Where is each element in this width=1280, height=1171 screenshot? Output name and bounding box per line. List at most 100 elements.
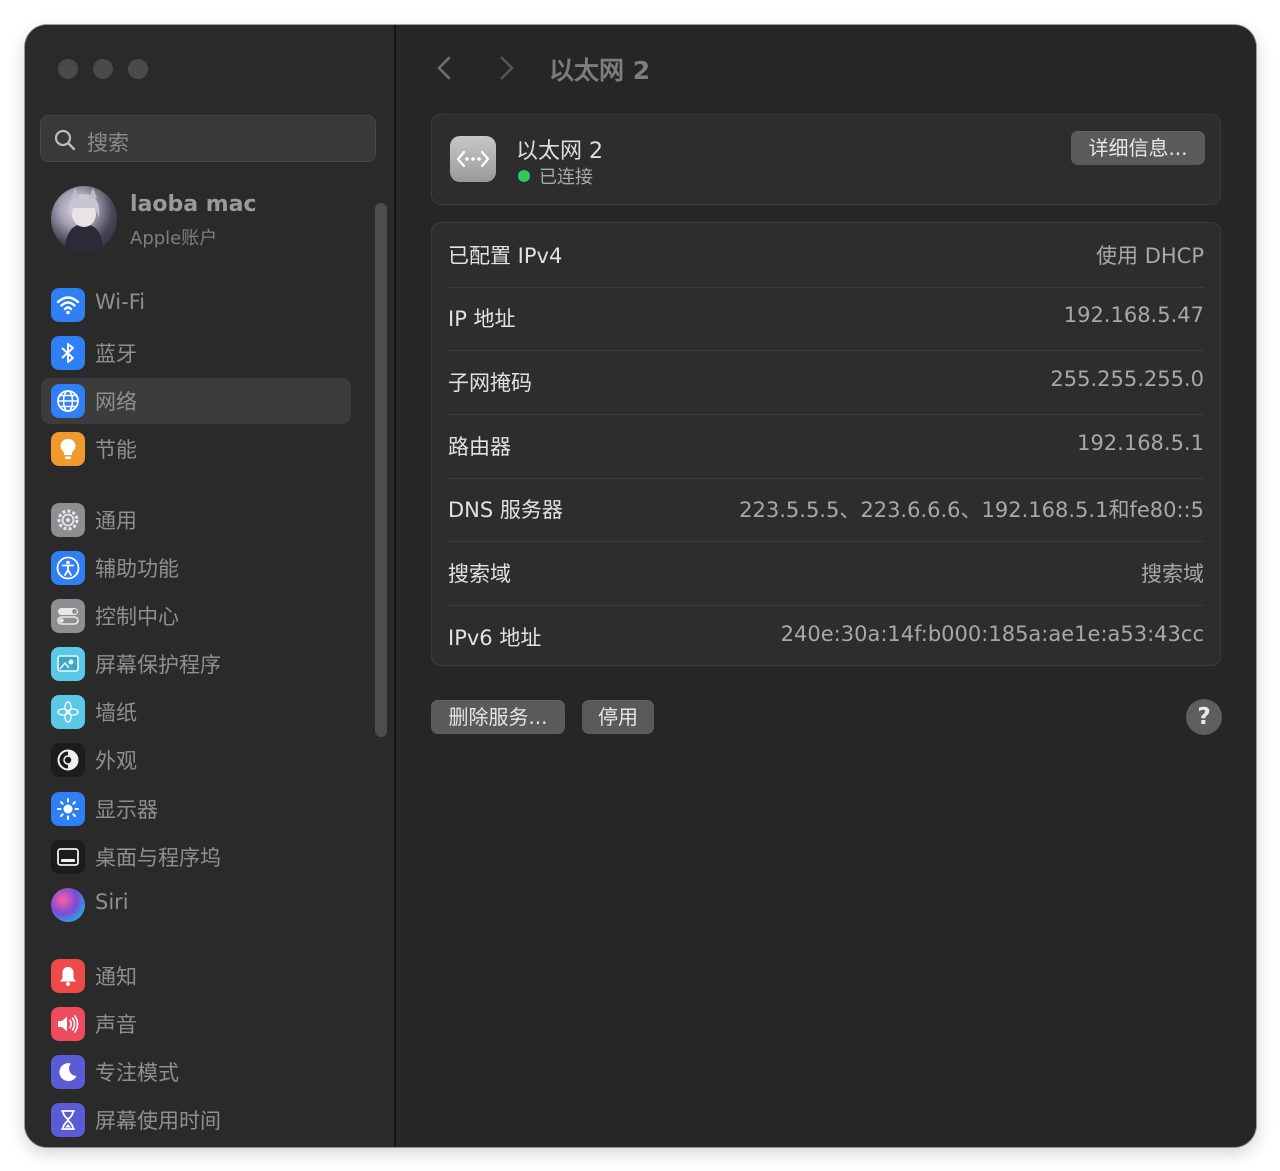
sidebar-item-network[interactable]: 网络: [41, 378, 351, 424]
sidebar-item-label: 节能: [95, 438, 137, 462]
detail-row-ipv6: IPv6 地址 240e:30a:14f:b000:185a:ae1e:a53:…: [448, 605, 1204, 669]
detail-value: 240e:30a:14f:b000:185a:ae1e:a53:43cc: [780, 622, 1204, 646]
chevron-right-icon: [500, 56, 514, 80]
sidebar-item-sound[interactable]: 声音: [41, 1001, 351, 1047]
sidebar-item-label: Siri: [95, 890, 129, 914]
display-icon: [51, 792, 85, 826]
globe-icon: [51, 384, 85, 418]
siri-icon: [51, 888, 85, 922]
dock-icon: [51, 840, 85, 874]
detail-row-router: 路由器 192.168.5.1: [448, 414, 1204, 479]
sidebar-item-control-center[interactable]: 控制中心: [41, 593, 351, 639]
screensaver-icon: [51, 647, 85, 681]
detail-row-dns: DNS 服务器 223.5.5.5、223.6.6.6、192.168.5.1和…: [448, 477, 1204, 542]
minimize-window-button[interactable]: [93, 59, 113, 79]
sidebar-item-screen-time[interactable]: 屏幕使用时间: [41, 1097, 351, 1143]
sidebar-item-siri[interactable]: Siri: [41, 882, 351, 928]
sidebar-item-label: 屏幕保护程序: [95, 653, 221, 677]
detail-value: 使用 DHCP: [1096, 244, 1204, 268]
sidebar-item-notifications[interactable]: 通知: [41, 953, 351, 999]
detail-value: 192.168.5.47: [1063, 303, 1204, 327]
detail-row-ip-address: IP 地址 192.168.5.47: [448, 286, 1204, 351]
search-placeholder: 搜索: [87, 131, 129, 155]
wifi-icon: [51, 288, 85, 322]
sidebar-item-desktop-dock[interactable]: 桌面与程序坞: [41, 834, 351, 880]
sidebar-item-label: 通知: [95, 965, 137, 989]
sidebar-item-wifi[interactable]: Wi-Fi: [41, 282, 351, 328]
details-button[interactable]: 详细信息...: [1071, 131, 1205, 165]
detail-value: 223.5.5.5、223.6.6.6、192.168.5.1和fe80::5: [739, 498, 1204, 522]
detail-key: IP 地址: [448, 307, 516, 331]
sidebar-item-label: 墙纸: [95, 701, 137, 725]
sidebar-item-bluetooth[interactable]: 蓝牙: [41, 330, 351, 376]
sidebar-item-label: 外观: [95, 749, 137, 773]
sidebar-item-label: 网络: [95, 390, 137, 414]
detail-row-subnet-mask: 子网掩码 255.255.255.0: [448, 350, 1204, 415]
apple-account[interactable]: laoba mac Apple账户: [51, 186, 371, 252]
sidebar-item-accessibility[interactable]: 辅助功能: [41, 545, 351, 591]
sidebar-item-label: 声音: [95, 1013, 137, 1037]
sidebar-item-energy[interactable]: 节能: [41, 426, 351, 472]
forward-button[interactable]: [493, 55, 519, 81]
status-indicator: [518, 170, 530, 182]
account-subtitle: Apple账户: [130, 228, 218, 249]
speaker-icon: [51, 1007, 85, 1041]
close-window-button[interactable]: [58, 59, 78, 79]
sidebar-item-label: 辅助功能: [95, 557, 179, 581]
service-status: 已连接: [539, 167, 593, 188]
control-center-icon: [51, 599, 85, 633]
zoom-window-button[interactable]: [128, 59, 148, 79]
sidebar-item-label: 专注模式: [95, 1061, 179, 1085]
gear-icon: [51, 503, 85, 537]
account-name: laoba mac: [130, 192, 257, 217]
main-pane: 以太网 2 以太网 2 已连接 详细信息... 已配置 IPv4 使用 DHCP…: [396, 25, 1256, 1147]
sidebar-item-focus[interactable]: 专注模式: [41, 1049, 351, 1095]
service-card: 以太网 2 已连接 详细信息...: [431, 114, 1221, 205]
sidebar-item-screensaver[interactable]: 屏幕保护程序: [41, 641, 351, 687]
bell-icon: [51, 959, 85, 993]
detail-value: 255.255.255.0: [1050, 367, 1204, 391]
disable-button[interactable]: 停用: [582, 700, 654, 734]
detail-row-ipv4: 已配置 IPv4 使用 DHCP: [448, 223, 1204, 288]
appearance-icon: [51, 743, 85, 777]
avatar: [51, 186, 117, 252]
details-card: 已配置 IPv4 使用 DHCP IP 地址 192.168.5.47 子网掩码…: [431, 222, 1221, 666]
sidebar-item-label: 屏幕使用时间: [95, 1109, 221, 1133]
sidebar: 搜索 laoba mac Apple账户 Wi-Fi 蓝牙 网络 节能 通用 辅…: [25, 25, 396, 1147]
sidebar-item-label: 显示器: [95, 798, 158, 822]
avatar-image: [65, 188, 103, 252]
lightbulb-icon: [51, 432, 85, 466]
help-button[interactable]: ?: [1186, 699, 1222, 735]
detail-key: IPv6 地址: [448, 626, 542, 650]
search-icon: [54, 129, 76, 151]
sidebar-item-appearance[interactable]: 外观: [41, 737, 351, 783]
search-input[interactable]: 搜索: [40, 115, 376, 162]
sidebar-item-wallpaper[interactable]: 墙纸: [41, 689, 351, 735]
ethernet-icon: [450, 136, 496, 182]
detail-key: 搜索域: [448, 562, 511, 586]
detail-key: 路由器: [448, 435, 511, 459]
detail-key: DNS 服务器: [448, 498, 563, 522]
detail-key: 子网掩码: [448, 371, 532, 395]
remove-service-button[interactable]: 删除服务...: [431, 700, 565, 734]
sidebar-item-label: 蓝牙: [95, 342, 137, 366]
sidebar-item-displays[interactable]: 显示器: [41, 786, 351, 832]
sidebar-scrollbar[interactable]: [375, 203, 387, 737]
detail-value: 192.168.5.1: [1077, 431, 1204, 455]
detail-value: 搜索域: [1141, 562, 1204, 586]
moon-icon: [51, 1055, 85, 1089]
sidebar-item-label: 桌面与程序坞: [95, 846, 221, 870]
service-name: 以太网 2: [516, 139, 603, 164]
sidebar-item-label: 通用: [95, 509, 137, 533]
sidebar-item-label: Wi-Fi: [95, 290, 146, 314]
back-button[interactable]: [432, 55, 458, 81]
sidebar-item-label: 控制中心: [95, 605, 179, 629]
accessibility-icon: [51, 551, 85, 585]
hourglass-icon: [51, 1103, 85, 1137]
page-title: 以太网 2: [549, 56, 651, 85]
detail-row-search-domain: 搜索域 搜索域: [448, 541, 1204, 606]
chevron-left-icon: [437, 56, 451, 80]
sidebar-item-general[interactable]: 通用: [41, 497, 351, 543]
wallpaper-icon: [51, 695, 85, 729]
detail-key: 已配置 IPv4: [448, 244, 563, 268]
